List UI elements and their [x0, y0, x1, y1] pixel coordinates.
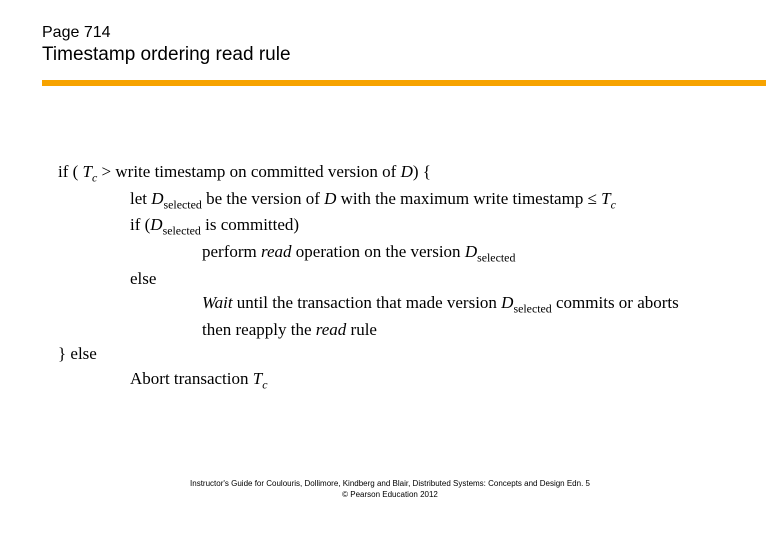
slide-title: Timestamp ordering read rule	[42, 44, 780, 66]
code-line-3: if (Dselected is committed)	[130, 213, 780, 240]
code-line-9: Abort transaction Tc	[130, 367, 780, 394]
code-line-8: } else	[58, 342, 780, 367]
var-D: D	[151, 189, 163, 208]
footer-line-2: © Pearson Education 2012	[0, 490, 780, 500]
code-line-1: if ( Tc > write timestamp on committed v…	[58, 160, 780, 187]
code-line-7: then reapply the read rule	[202, 318, 780, 343]
text: ) {	[413, 162, 431, 181]
page-number: Page 714	[42, 24, 780, 42]
text: commits or aborts	[552, 293, 679, 312]
sub-selected: selected	[163, 224, 201, 238]
footer-credits: Instructor's Guide for Coulouris, Dollim…	[0, 479, 780, 500]
text: if (	[130, 215, 150, 234]
var-D: D	[465, 242, 477, 261]
sub-selected: selected	[477, 250, 515, 264]
keyword-read: read	[261, 242, 292, 261]
keyword-wait: Wait	[202, 293, 233, 312]
text: else	[130, 269, 156, 288]
divider-bar	[42, 80, 766, 86]
text: operation on the version	[292, 242, 465, 261]
var-D: D	[401, 162, 413, 181]
code-line-2: let Dselected be the version of D with t…	[130, 187, 780, 214]
text: Abort transaction	[130, 369, 253, 388]
text: } else	[58, 344, 97, 363]
text: with the maximum write timestamp ≤	[336, 189, 601, 208]
sub-selected: selected	[164, 197, 202, 211]
var-T: T	[253, 369, 262, 388]
var-D: D	[324, 189, 336, 208]
code-line-4: perform read operation on the version Ds…	[202, 240, 780, 267]
sub-selected: selected	[513, 302, 551, 316]
text: rule	[346, 320, 377, 339]
text: be the version of	[202, 189, 324, 208]
text: if (	[58, 162, 83, 181]
text: then reapply the	[202, 320, 316, 339]
var-D: D	[150, 215, 162, 234]
text: is committed)	[201, 215, 299, 234]
code-line-5: else	[130, 267, 780, 292]
var-T: T	[83, 162, 92, 181]
slide-header: Page 714 Timestamp ordering read rule	[0, 0, 780, 66]
footer-line-1: Instructor's Guide for Coulouris, Dollim…	[0, 479, 780, 489]
pseudocode-block: if ( Tc > write timestamp on committed v…	[58, 160, 780, 394]
var-T: T	[601, 189, 610, 208]
sub-c: c	[611, 197, 616, 211]
code-line-6: Wait until the transaction that made ver…	[202, 291, 780, 318]
text: until the transaction that made version	[233, 293, 502, 312]
text: let	[130, 189, 151, 208]
keyword-read: read	[316, 320, 347, 339]
text: perform	[202, 242, 261, 261]
text: > write timestamp on committed version o…	[97, 162, 400, 181]
var-D: D	[501, 293, 513, 312]
sub-c: c	[262, 378, 267, 392]
